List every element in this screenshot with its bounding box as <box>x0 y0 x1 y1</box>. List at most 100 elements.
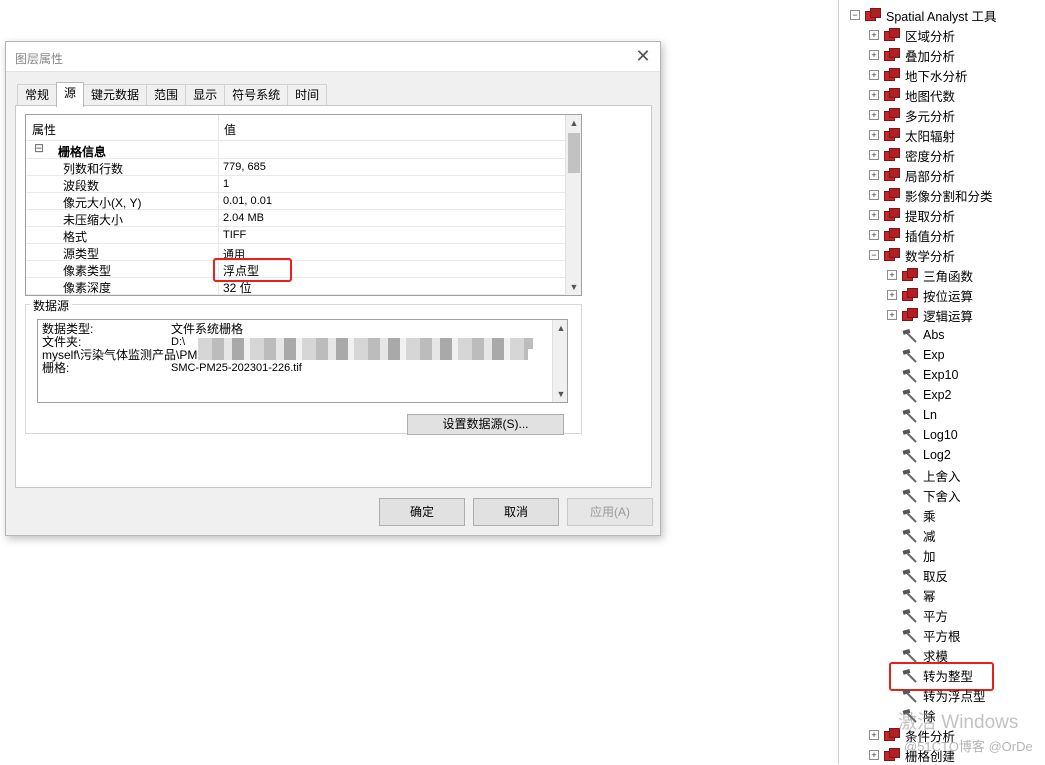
scroll-up-icon[interactable]: ▲ <box>566 115 581 131</box>
tab-extent[interactable]: 范围 <box>146 84 187 106</box>
source-tab-panel: 属性 值 ⊟ 栅格信息 列数和行数 779, 685 波段数 1 像元大小(X, Y… <box>15 105 652 488</box>
toolset-item[interactable]: + 提取分析 <box>869 206 955 224</box>
expand-icon[interactable]: + <box>869 70 879 80</box>
tool-item[interactable]: 下舍入 <box>902 486 961 504</box>
toolset-item[interactable]: + 叠加分析 <box>869 46 955 64</box>
tool-item[interactable]: Exp2 <box>902 386 952 404</box>
expand-icon[interactable]: + <box>869 190 879 200</box>
toolset-item[interactable]: + 密度分析 <box>869 146 955 164</box>
collapse-icon[interactable]: − <box>869 250 879 260</box>
annotation-highlight-pixel-type <box>213 258 292 282</box>
tool-item[interactable]: 减 <box>902 526 936 544</box>
tool-item[interactable]: 转为浮点型 <box>902 686 986 704</box>
cancel-button[interactable]: 取消 <box>473 498 559 526</box>
property-value: 779, 685 <box>223 161 266 173</box>
toolset-item[interactable]: + 区域分析 <box>869 26 955 44</box>
expand-icon[interactable]: + <box>869 50 879 60</box>
tree-item-label: 平方根 <box>923 629 961 644</box>
grid-scrollbar[interactable]: ▲ ▼ <box>565 115 581 295</box>
tab-general[interactable]: 常规 <box>17 84 58 106</box>
expand-icon[interactable]: + <box>869 30 879 40</box>
tool-item[interactable]: 平方根 <box>902 626 961 644</box>
tool-item[interactable]: Exp10 <box>902 366 958 384</box>
tool-item[interactable]: 取反 <box>902 566 948 584</box>
toolset-item[interactable]: + 地下水分析 <box>869 66 968 84</box>
property-name: 像素深度 <box>63 281 112 295</box>
toolset-item[interactable]: + 三角函数 <box>887 266 973 284</box>
tree-item-label: 密度分析 <box>905 149 956 164</box>
tab-display[interactable]: 显示 <box>185 84 226 106</box>
expand-icon[interactable]: + <box>869 750 879 760</box>
grid-header: 属性 值 <box>26 115 566 141</box>
tool-item[interactable]: 平方 <box>902 606 948 624</box>
ok-button[interactable]: 确定 <box>379 498 465 526</box>
expand-icon[interactable]: + <box>869 210 879 220</box>
tool-item[interactable]: 加 <box>902 546 936 564</box>
tool-item[interactable]: Exp <box>902 346 945 364</box>
toolset-item[interactable]: + 地图代数 <box>869 86 955 104</box>
collapse-icon[interactable]: − <box>850 10 860 20</box>
scroll-down-icon[interactable]: ▼ <box>566 279 581 295</box>
scroll-down-icon[interactable]: ▼ <box>553 386 567 402</box>
tree-item-label: 减 <box>923 529 936 544</box>
datasource-scrollbar[interactable]: ▲ ▼ <box>552 320 567 402</box>
scroll-up-icon[interactable]: ▲ <box>553 320 567 336</box>
expand-icon[interactable]: + <box>887 310 897 320</box>
expand-icon[interactable]: + <box>869 150 879 160</box>
expand-icon[interactable]: + <box>869 130 879 140</box>
toolset-item[interactable]: − 数学分析 <box>869 246 955 264</box>
expand-icon[interactable]: + <box>869 90 879 100</box>
tree-item-label: Exp10 <box>923 368 959 382</box>
expand-icon[interactable]: + <box>887 270 897 280</box>
toolset-item[interactable]: + 太阳辐射 <box>869 126 955 144</box>
datasource-textbox[interactable]: 数据类型: 文件系统栅格 文件夹: D:\ myself\污染气体监测产品\PM… <box>37 319 568 403</box>
hammer-icon <box>902 328 919 343</box>
group-label: 栅格信息 <box>58 145 107 159</box>
property-name: 未压缩大小 <box>63 213 124 227</box>
tab-time[interactable]: 时间 <box>287 84 328 106</box>
toolset-item[interactable]: + 插值分析 <box>869 226 955 244</box>
tab-key-metadata[interactable]: 键元数据 <box>83 84 148 106</box>
toolbox-icon <box>884 128 901 142</box>
set-data-source-button[interactable]: 设置数据源(S)... <box>407 414 564 435</box>
toolbox-icon <box>884 88 901 102</box>
tree-root-spatial-analyst[interactable]: − Spatial Analyst 工具 <box>850 6 996 24</box>
tool-item[interactable]: 上舍入 <box>902 466 961 484</box>
ds-value: SMC-PM25-202301-226.tif <box>171 362 302 374</box>
toolset-item[interactable]: + 逻辑运算 <box>887 306 973 324</box>
tree-item-label: Ln <box>923 408 937 422</box>
scroll-thumb[interactable] <box>568 133 580 173</box>
hammer-icon <box>902 548 919 563</box>
tree-item-label: 多元分析 <box>905 109 956 124</box>
close-icon[interactable]: ✕ <box>632 45 654 67</box>
panel-divider <box>838 0 839 764</box>
tool-item[interactable]: 乘 <box>902 506 936 524</box>
tool-item[interactable]: Log10 <box>902 426 958 444</box>
apply-button[interactable]: 应用(A) <box>567 498 653 526</box>
table-row: 像元大小(X, Y) 0.01, 0.01 <box>26 193 566 210</box>
tool-item[interactable]: 幂 <box>902 586 936 604</box>
tool-item[interactable]: Abs <box>902 326 945 344</box>
raster-property-grid[interactable]: 属性 值 ⊟ 栅格信息 列数和行数 779, 685 波段数 1 像元大小(X, Y… <box>25 114 582 296</box>
toolset-item[interactable]: + 按位运算 <box>887 286 973 304</box>
tree-item-label: 区域分析 <box>905 29 956 44</box>
tab-source[interactable]: 源 <box>56 82 85 107</box>
expand-icon[interactable]: + <box>869 230 879 240</box>
toolbox-icon <box>865 8 882 22</box>
toolset-item[interactable]: + 影像分割和分类 <box>869 186 993 204</box>
property-name: 像元大小(X, Y) <box>63 196 142 210</box>
tab-symbology[interactable]: 符号系统 <box>224 84 289 106</box>
expand-icon[interactable]: + <box>869 110 879 120</box>
table-row: 波段数 1 <box>26 176 566 193</box>
toolset-item[interactable]: + 局部分析 <box>869 166 955 184</box>
expand-icon[interactable]: + <box>869 170 879 180</box>
expand-icon[interactable]: + <box>869 730 879 740</box>
collapse-icon[interactable]: ⊟ <box>34 142 45 155</box>
hammer-icon <box>902 388 919 403</box>
property-value: 0.01, 0.01 <box>223 195 272 207</box>
toolset-item[interactable]: + 多元分析 <box>869 106 955 124</box>
expand-icon[interactable]: + <box>887 290 897 300</box>
tool-item[interactable]: Ln <box>902 406 937 424</box>
tool-item[interactable]: Log2 <box>902 446 951 464</box>
group-raster-info[interactable]: ⊟ 栅格信息 <box>26 142 566 159</box>
